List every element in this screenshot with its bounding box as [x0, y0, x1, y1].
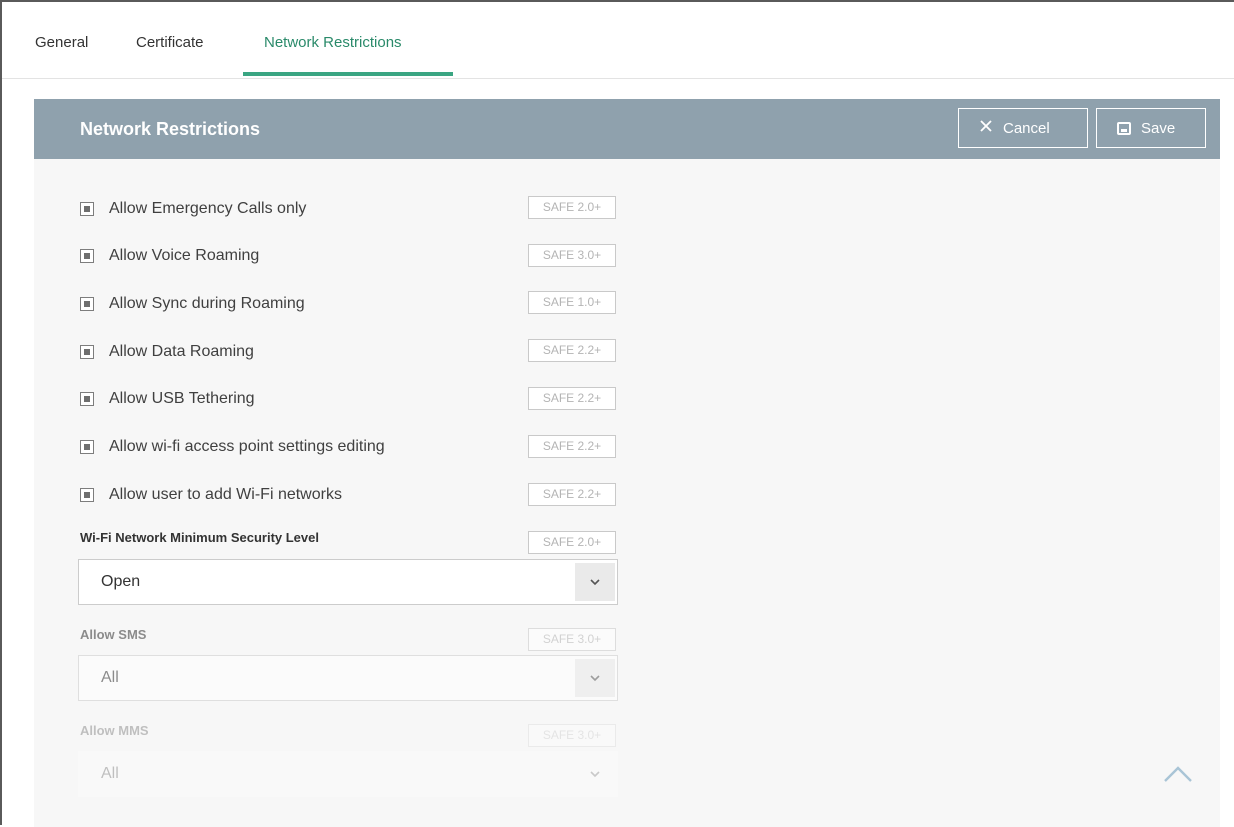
option-label: Allow Voice Roaming	[109, 247, 260, 264]
wifi-security-label: Wi-Fi Network Minimum Security Level	[80, 530, 319, 545]
allow-sms-select[interactable]: All	[78, 655, 618, 701]
wifi-ap-editing-checkbox[interactable]	[80, 440, 94, 454]
safe-version-badge: SAFE 1.0+	[528, 291, 616, 314]
option-label: Allow wi-fi access point settings editin…	[109, 438, 385, 455]
tab-general[interactable]: General	[35, 2, 88, 76]
safe-version-badge: SAFE 2.0+	[528, 531, 616, 554]
allow-sms-label: Allow SMS	[80, 627, 147, 642]
option-label: Allow Emergency Calls only	[109, 200, 307, 217]
allow-sms-value: All	[101, 669, 119, 686]
option-wifi-ap-editing: Allow wi-fi access point settings editin…	[80, 435, 385, 459]
safe-version-badge: SAFE 2.2+	[528, 339, 616, 362]
option-voice-roaming: Allow Voice Roaming	[80, 244, 259, 268]
app-frame: General Certificate Network Restrictions…	[0, 0, 1234, 827]
close-icon	[979, 119, 993, 137]
tab-certificate[interactable]: Certificate	[136, 2, 204, 76]
panel: Network Restrictions Cancel Save Allow E…	[34, 99, 1220, 827]
data-roaming-checkbox[interactable]	[80, 345, 94, 359]
wifi-security-value: Open	[101, 573, 141, 590]
safe-version-badge: SAFE 2.2+	[528, 435, 616, 458]
allow-mms-select[interactable]: All	[78, 751, 618, 797]
save-button[interactable]: Save	[1096, 108, 1206, 148]
safe-version-badge: SAFE 3.0+	[528, 628, 616, 651]
wifi-security-select[interactable]: Open	[78, 559, 618, 605]
safe-version-badge: SAFE 2.2+	[528, 483, 616, 506]
tab-network-restrictions[interactable]: Network Restrictions	[264, 2, 402, 76]
emergency-calls-checkbox[interactable]	[80, 202, 94, 216]
option-label: Allow Sync during Roaming	[109, 295, 305, 312]
cancel-button[interactable]: Cancel	[958, 108, 1088, 148]
scroll-fade	[34, 799, 1220, 827]
chevron-down-icon	[575, 755, 615, 793]
option-data-roaming: Allow Data Roaming	[80, 340, 254, 364]
allow-mms-value: All	[101, 765, 119, 782]
active-tab-indicator	[243, 72, 453, 76]
safe-version-badge: SAFE 2.2+	[528, 387, 616, 410]
safe-version-badge: SAFE 3.0+	[528, 244, 616, 267]
option-sync-roaming: Allow Sync during Roaming	[80, 292, 305, 316]
scroll-to-top-button[interactable]	[1158, 759, 1198, 789]
option-label: Allow user to add Wi-Fi networks	[109, 486, 342, 503]
save-label: Save	[1141, 119, 1176, 137]
panel-header: Network Restrictions Cancel Save	[34, 99, 1220, 159]
chevron-up-icon	[1158, 766, 1198, 793]
option-label: Allow Data Roaming	[109, 343, 254, 360]
sync-roaming-checkbox[interactable]	[80, 297, 94, 311]
option-add-wifi-networks: Allow user to add Wi-Fi networks	[80, 483, 342, 507]
voice-roaming-checkbox[interactable]	[80, 249, 94, 263]
safe-version-badge: SAFE 3.0+	[528, 724, 616, 747]
cancel-label: Cancel	[1003, 119, 1050, 137]
chevron-down-icon	[575, 563, 615, 601]
panel-title: Network Restrictions	[80, 119, 261, 139]
usb-tethering-checkbox[interactable]	[80, 392, 94, 406]
add-wifi-networks-checkbox[interactable]	[80, 488, 94, 502]
allow-mms-label: Allow MMS	[80, 723, 149, 738]
tab-bar: General Certificate Network Restrictions	[2, 2, 1234, 79]
option-label: Allow USB Tethering	[109, 390, 255, 407]
option-usb-tethering: Allow USB Tethering	[80, 387, 255, 411]
chevron-down-icon	[575, 659, 615, 697]
floppy-disk-icon	[1117, 121, 1131, 135]
option-emergency-calls: Allow Emergency Calls only	[80, 197, 306, 221]
safe-version-badge: SAFE 2.0+	[528, 196, 616, 219]
